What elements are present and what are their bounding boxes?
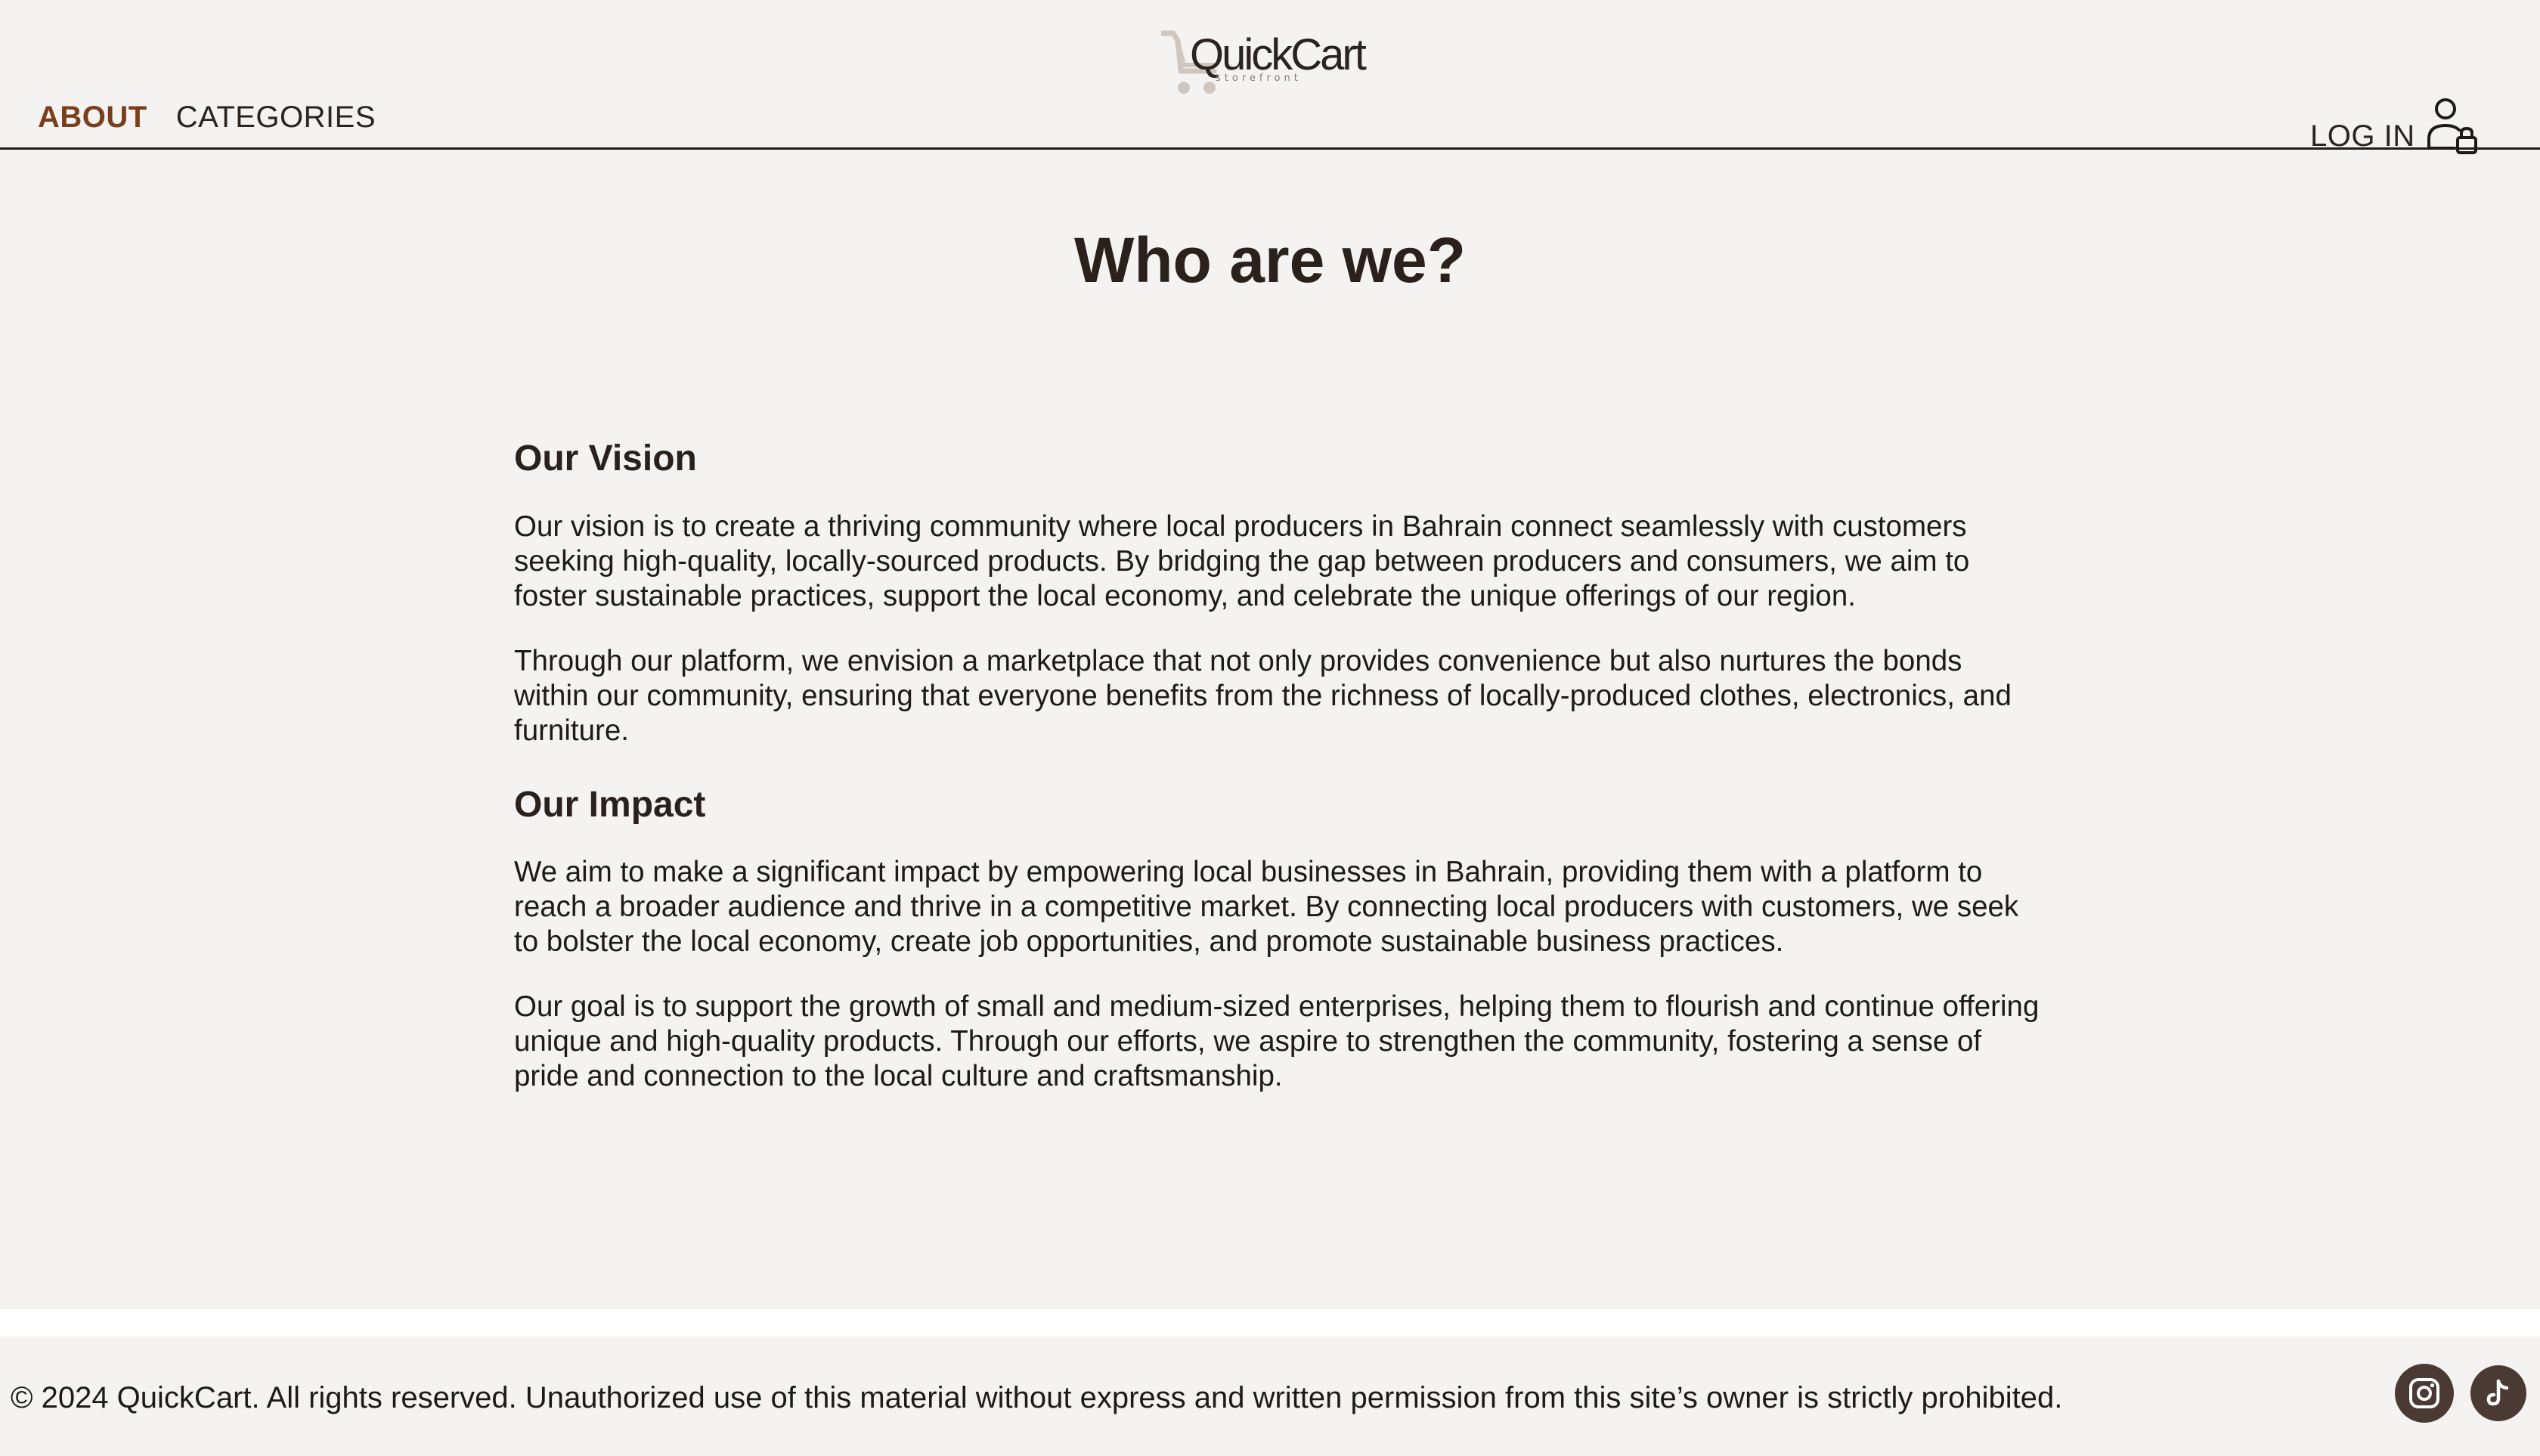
nav-categories-link[interactable]: CATEGORIES [176,101,376,135]
section-heading: Our Impact [514,784,706,825]
tiktok-icon[interactable] [2470,1365,2526,1421]
login-label: LOG IN [2310,119,2415,153]
main-nav: ABOUT CATEGORIES [38,101,376,135]
site-header: ABOUT CATEGORIES QuickCart storefront LO… [0,0,2540,154]
site-footer: © 2024 QuickCart. All rights reserved. U… [0,1337,2540,1456]
paragraph: Our vision is to create a thriving commu… [514,510,1970,612]
quickcart-logo[interactable]: QuickCart storefront [1161,29,1367,98]
instagram-glyph [2409,1378,2439,1408]
instagram-icon[interactable] [2395,1364,2454,1423]
page-title: Who are we? [1073,225,1467,296]
section-heading: Our Vision [514,438,697,479]
logo-tagline: storefront [1216,73,1302,84]
logo-wordmark: QuickCart [1190,30,1367,79]
paragraph: We aim to make a significant impact by e… [514,856,2019,959]
paragraph: Our goal is to support the growth of sma… [514,990,2040,1093]
tiktok-glyph [2486,1379,2509,1406]
login-button[interactable]: LOG IN [2310,95,2480,154]
about-content: Our Vision Our vision is to create a thr… [514,437,2041,1124]
vision-section: Our Vision Our vision is to create a thr… [514,437,2041,748]
nav-about-link[interactable]: ABOUT [38,101,147,135]
paragraph: Through our platform, we envision a mark… [514,644,2012,747]
copyright-text: © 2024 QuickCart. All rights reserved. U… [11,1381,2063,1414]
footer-divider [0,1309,2540,1337]
impact-section: Our Impact We aim to make a significant … [514,783,2041,1095]
user-lock-icon [2427,98,2477,154]
